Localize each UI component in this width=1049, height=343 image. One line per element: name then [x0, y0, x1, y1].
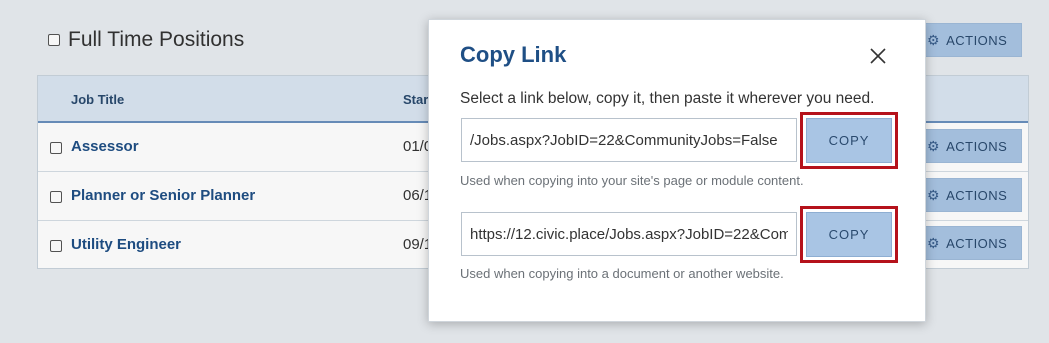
dialog-instructions: Select a link below, copy it, then paste… [460, 90, 875, 107]
dialog-title: Copy Link [460, 42, 567, 67]
absolute-link-input[interactable] [461, 212, 797, 256]
page: Full Time Positions ⚙ ACTIONS Job Title … [0, 0, 1049, 343]
copy-absolute-link-button[interactable]: COPY [806, 212, 892, 257]
absolute-link-help: Used when copying into a document or ano… [460, 266, 784, 281]
relative-link-help: Used when copying into your site's page … [460, 173, 804, 188]
copy-relative-link-button[interactable]: COPY [806, 118, 892, 163]
copy-highlight: COPY [800, 206, 898, 263]
copy-highlight: COPY [800, 112, 898, 169]
relative-link-input[interactable] [461, 118, 797, 162]
close-icon[interactable] [869, 47, 887, 65]
copy-link-dialog: Copy Link Select a link below, copy it, … [428, 19, 926, 322]
